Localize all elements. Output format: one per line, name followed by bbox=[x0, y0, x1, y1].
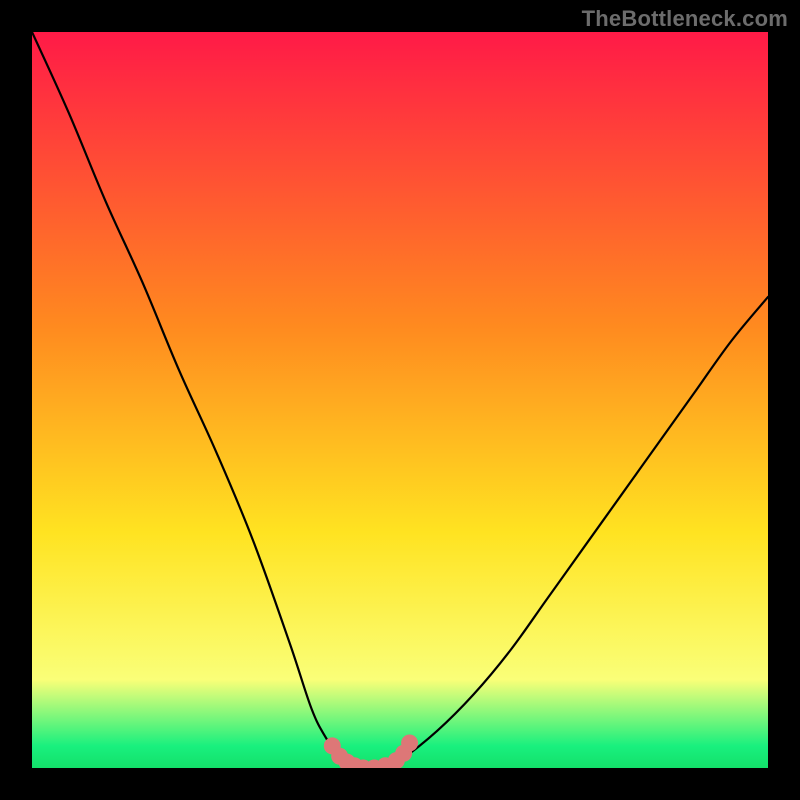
chart-svg bbox=[32, 32, 768, 768]
watermark-text: TheBottleneck.com bbox=[582, 6, 788, 32]
chart-plot-area bbox=[32, 32, 768, 768]
gradient-background bbox=[32, 32, 768, 768]
curve-marker bbox=[401, 734, 418, 751]
chart-frame: TheBottleneck.com bbox=[0, 0, 800, 800]
